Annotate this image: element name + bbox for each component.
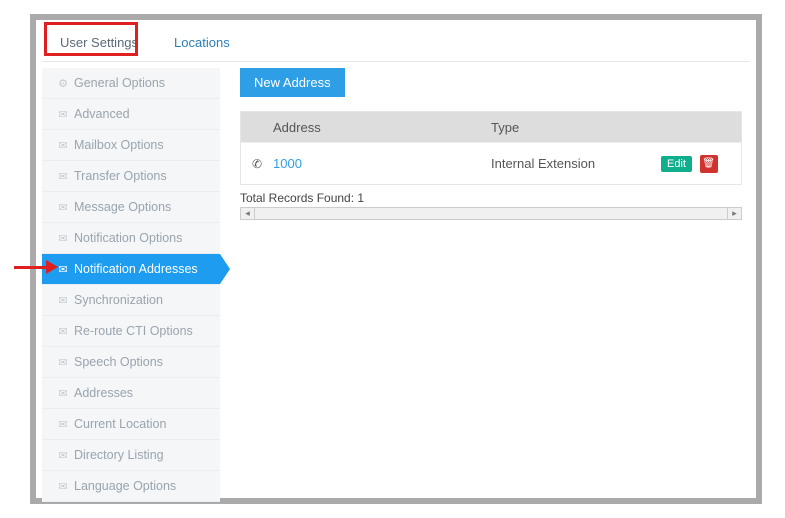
- sidebar-item-label: Speech Options: [74, 355, 163, 369]
- phone-icon: ✆: [241, 157, 273, 171]
- column-address: Address: [273, 120, 491, 135]
- sidebar-item-mailbox-options[interactable]: ✉ Mailbox Options: [42, 130, 220, 161]
- envelope-icon: ✉: [52, 263, 74, 276]
- sidebar-item-message-options[interactable]: ✉ Message Options: [42, 192, 220, 223]
- sidebar-item-label: Notification Options: [74, 231, 182, 245]
- address-link[interactable]: 1000: [273, 156, 491, 171]
- sidebar-item-speech-options[interactable]: ✉ Speech Options: [42, 347, 220, 378]
- sidebar-item-advanced[interactable]: ✉ Advanced: [42, 99, 220, 130]
- sidebar-item-reroute-cti-options[interactable]: ✉ Re-route CTI Options: [42, 316, 220, 347]
- sidebar-item-addresses[interactable]: ✉ Addresses: [42, 378, 220, 409]
- sidebar-item-label: Re-route CTI Options: [74, 324, 193, 338]
- delete-button[interactable]: 🗑: [700, 155, 718, 173]
- table-header: Address Type: [241, 112, 741, 142]
- envelope-icon: ✉: [52, 325, 74, 338]
- envelope-icon: ✉: [52, 294, 74, 307]
- gear-icon: ⚙: [52, 77, 74, 90]
- envelope-icon: ✉: [52, 356, 74, 369]
- table-row: ✆ 1000 Internal Extension Edit 🗑: [241, 142, 741, 184]
- sidebar-item-label: Notification Addresses: [74, 262, 198, 276]
- envelope-icon: ✉: [52, 387, 74, 400]
- envelope-icon: ✉: [52, 449, 74, 462]
- sidebar-item-label: General Options: [74, 76, 165, 90]
- envelope-icon: ✉: [52, 232, 74, 245]
- sidebar-item-label: Directory Listing: [74, 448, 164, 462]
- total-records: Total Records Found: 1: [240, 191, 742, 205]
- column-type: Type: [491, 120, 661, 135]
- sidebar-item-directory-listing[interactable]: ✉ Directory Listing: [42, 440, 220, 471]
- sidebar-item-label: Addresses: [74, 386, 133, 400]
- envelope-icon: ✉: [52, 170, 74, 183]
- sidebar-item-label: Message Options: [74, 200, 171, 214]
- sidebar-item-label: Transfer Options: [74, 169, 167, 183]
- sidebar-item-label: Language Options: [74, 479, 176, 493]
- sidebar-item-transfer-options[interactable]: ✉ Transfer Options: [42, 161, 220, 192]
- sidebar-item-synchronization[interactable]: ✉ Synchronization: [42, 285, 220, 316]
- envelope-icon: ✉: [52, 108, 74, 121]
- envelope-icon: ✉: [52, 201, 74, 214]
- sidebar-item-notification-options[interactable]: ✉ Notification Options: [42, 223, 220, 254]
- envelope-icon: ✉: [52, 139, 74, 152]
- sidebar-item-label: Current Location: [74, 417, 166, 431]
- sidebar-item-general-options[interactable]: ⚙ General Options: [42, 68, 220, 99]
- address-table: Address Type ✆ 1000 Internal Extension E…: [240, 111, 742, 185]
- sidebar: ⚙ General Options ✉ Advanced ✉ Mailbox O…: [42, 68, 220, 502]
- sidebar-item-current-location[interactable]: ✉ Current Location: [42, 409, 220, 440]
- envelope-icon: ✉: [52, 418, 74, 431]
- envelope-icon: ✉: [52, 480, 74, 493]
- sidebar-item-language-options[interactable]: ✉ Language Options: [42, 471, 220, 502]
- address-type: Internal Extension: [491, 156, 661, 172]
- tab-locations[interactable]: Locations: [156, 25, 248, 60]
- main-panel: New Address Address Type ✆ 1000 Internal…: [220, 68, 750, 502]
- trash-icon: 🗑: [702, 158, 715, 169]
- sidebar-item-label: Mailbox Options: [74, 138, 164, 152]
- tab-user-settings[interactable]: User Settings: [42, 25, 156, 60]
- edit-button[interactable]: Edit: [661, 156, 692, 172]
- new-address-button[interactable]: New Address: [240, 68, 345, 97]
- sidebar-item-label: Advanced: [74, 107, 130, 121]
- sidebar-item-notification-addresses[interactable]: ✉ Notification Addresses: [42, 254, 220, 285]
- tabs: User Settings Locations: [42, 24, 750, 62]
- sidebar-item-label: Synchronization: [74, 293, 163, 307]
- horizontal-scrollbar[interactable]: [240, 207, 742, 220]
